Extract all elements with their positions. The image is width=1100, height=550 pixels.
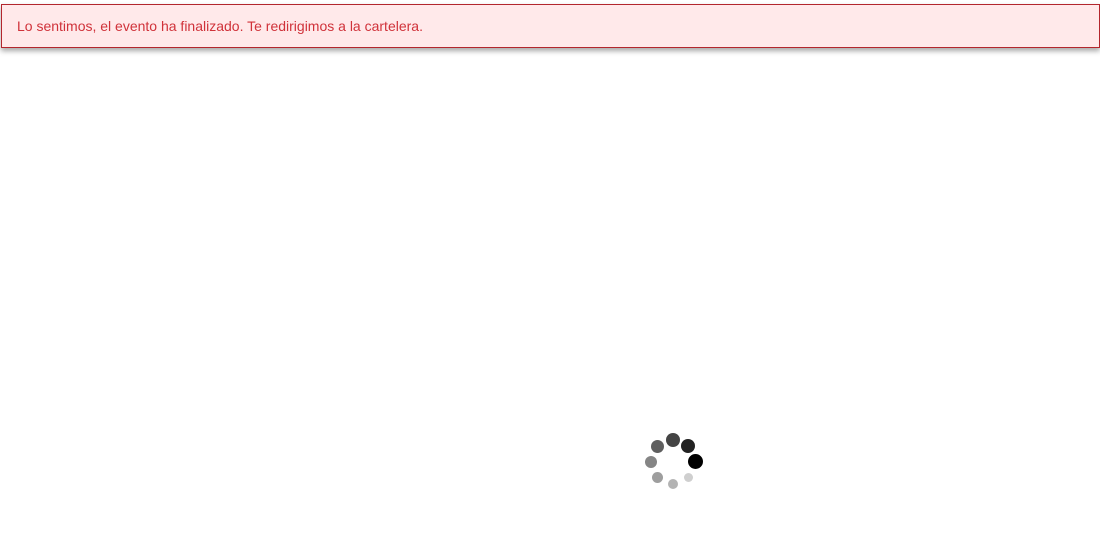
loading-spinner-icon	[643, 432, 703, 492]
spinner-dot	[652, 472, 663, 483]
alert-message: Lo sentimos, el evento ha finalizado. Te…	[17, 18, 423, 34]
spinner-dot	[668, 479, 678, 489]
spinner-dot	[666, 433, 680, 447]
error-alert-banner: Lo sentimos, el evento ha finalizado. Te…	[1, 4, 1100, 48]
spinner-dot	[681, 439, 695, 453]
spinner-dot	[645, 456, 657, 468]
spinner-dot	[684, 473, 693, 482]
spinner-dot	[651, 440, 664, 453]
page: Lo sentimos, el evento ha finalizado. Te…	[0, 0, 1100, 550]
spinner-dot	[688, 454, 703, 469]
